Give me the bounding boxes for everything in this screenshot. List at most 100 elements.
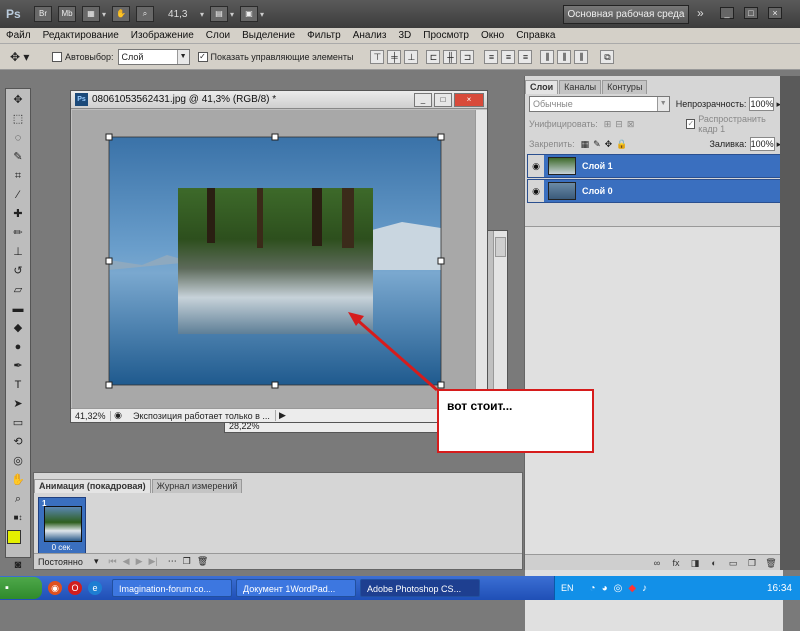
close-icon[interactable]: × [768,7,782,19]
transform-handle[interactable] [105,133,113,141]
distribute-bottom-icon[interactable]: ≡ [518,49,533,64]
pen-tool-icon[interactable]: ✒ [8,358,28,374]
brush-tool-icon[interactable]: ✏ [8,225,28,241]
autoselect-dropdown[interactable]: Слой ▼ [117,48,190,65]
layer-row-1[interactable]: ◉ Слой 1 [527,154,781,178]
menu-select[interactable]: Выделение [236,30,301,41]
crop-tool-icon[interactable]: ⌗ [8,168,28,184]
tray-icon[interactable]: ◎ [614,583,623,594]
prev-frame-icon[interactable]: ◀ [123,556,130,567]
transform-handle[interactable] [437,257,445,265]
layer-name[interactable]: Слой 0 [582,186,613,196]
blur-tool-icon[interactable]: ◆ [8,320,28,336]
history-brush-icon[interactable]: ↺ [8,263,28,279]
eyedropper-icon[interactable]: ⁄ [8,187,28,203]
lock-pixels-icon[interactable]: ✎ [593,139,601,150]
zoom-level[interactable]: 41,3 [168,9,198,20]
tray-icon[interactable]: ◔ [590,583,596,594]
distribute-right-icon[interactable]: ⫼ [574,49,589,64]
menu-layers[interactable]: Слои [200,30,236,41]
close-icon[interactable]: × [454,93,484,107]
start-button[interactable]: ▪ [0,577,42,599]
browser-icon[interactable]: ◉ [48,581,62,595]
distribute-left-icon[interactable]: ⫼ [540,49,555,64]
align-vcenter-icon[interactable]: ╪ [387,49,402,64]
zoom-tool-icon[interactable]: ⌕ [136,6,155,22]
play-icon[interactable]: ▶ [136,556,143,567]
quick-select-icon[interactable]: ✎ [8,149,28,165]
tween-icon[interactable]: ⋯ [168,556,177,567]
transform-handle[interactable] [437,133,445,141]
hand-tool-icon[interactable]: ✋ [8,472,28,488]
auto-align-icon[interactable]: ⧉ [600,49,615,64]
screen-mode-icon[interactable]: ▣ [240,6,259,22]
blend-mode-dropdown[interactable]: Обычные ▼ [529,96,670,112]
trash-icon[interactable]: 🗑 [764,557,778,569]
path-select-icon[interactable]: ➤ [8,396,28,412]
eye-icon[interactable]: ◉ [528,180,544,202]
vertical-scrollbar[interactable] [475,110,487,408]
arrange-documents-icon[interactable]: ▤ [210,6,229,22]
distribute-vcenter-icon[interactable]: ≡ [501,49,516,64]
chevron-down-icon[interactable]: ▾ [94,556,99,567]
double-chevron-icon[interactable]: » [697,6,704,20]
tray-icon[interactable]: ◕ [602,583,608,594]
show-controls-checkbox[interactable]: ✓ [197,51,208,62]
chevron-down-icon[interactable]: ▾ [230,10,234,19]
ie-icon[interactable]: e [88,581,102,595]
foreground-color-swatch[interactable] [7,530,21,544]
document-zoom[interactable]: 41,32% [71,410,111,421]
unify-visibility-icon[interactable]: ⊟ [615,119,623,130]
move-tool-icon[interactable]: ✥ [8,92,28,108]
workspace-button[interactable]: Основная рабочая среда [563,5,689,24]
tab-channels[interactable]: Каналы [559,80,602,94]
bridge-button[interactable]: Br [34,6,52,22]
status-arrow-icon[interactable]: ▶ [275,410,289,421]
eye-icon[interactable]: ◉ [528,155,544,177]
menu-view[interactable]: Просмотр [417,30,475,41]
next-frame-icon[interactable]: ▶| [148,556,157,567]
taskbar-item-photoshop[interactable]: Adobe Photoshop CS... [360,579,480,597]
autoselect-checkbox[interactable] [52,51,62,62]
tab-layers[interactable]: Слои [525,80,559,94]
unify-position-icon[interactable]: ⊞ [604,119,612,130]
maximize-icon[interactable]: □ [434,93,452,107]
tab-animation[interactable]: Анимация (покадровая) [34,479,151,493]
transform-handle[interactable] [271,381,279,389]
animation-frame-1[interactable]: 1 0 сек. [38,497,86,555]
document-window[interactable]: Ps 08061053562431.jpg @ 41,3% (RGB/8) * … [70,90,488,423]
quick-mask-icon[interactable]: ◙ [8,557,28,573]
status-info-icon[interactable]: ◉ [111,410,125,421]
transform-handle[interactable] [271,133,279,141]
shape-tool-icon[interactable]: ▭ [8,415,28,431]
loop-option[interactable]: Постоянно [34,557,94,567]
marquee-tool-icon[interactable]: ⬚ [8,111,28,127]
color-swatches[interactable] [6,528,30,554]
new-group-icon[interactable]: ▭ [726,557,740,569]
taskbar-item-browser[interactable]: Imagination-forum.co... [112,579,232,597]
layer-style-icon[interactable]: fx [669,557,683,569]
volume-icon[interactable]: ♪ [642,583,647,594]
layer-mask-icon[interactable]: ◨ [688,557,702,569]
align-right-icon[interactable]: ⊐ [460,49,475,64]
move-tool-icon[interactable]: ✥ ▾ [10,50,44,64]
document-title-bar[interactable]: Ps 08061053562431.jpg @ 41,3% (RGB/8) * … [71,91,487,109]
align-hcenter-icon[interactable]: ╫ [443,49,458,64]
lock-transparency-icon[interactable]: ▦ [581,139,590,150]
menu-3d[interactable]: 3D [392,30,417,41]
3d-rotate-icon[interactable]: ⟲ [8,434,28,450]
menu-analysis[interactable]: Анализ [347,30,393,41]
trash-icon[interactable]: 🗑 [197,556,208,567]
menu-filter[interactable]: Фильтр [301,30,347,41]
menu-image[interactable]: Изображение [125,30,200,41]
clone-stamp-icon[interactable]: ⊥ [8,244,28,260]
taskbar-item-wordpad[interactable]: Документ 1WordPad... [236,579,356,597]
frame-duration[interactable]: 0 сек. [39,543,85,552]
language-indicator[interactable]: EN [561,583,574,593]
propagate-frame-checkbox[interactable]: ✓ [686,119,696,129]
menu-help[interactable]: Справка [510,30,561,41]
3d-orbit-icon[interactable]: ◎ [8,453,28,469]
canvas-area[interactable] [72,110,476,408]
maximize-icon[interactable]: □ [744,7,758,19]
align-top-icon[interactable]: ⊤ [370,49,385,64]
